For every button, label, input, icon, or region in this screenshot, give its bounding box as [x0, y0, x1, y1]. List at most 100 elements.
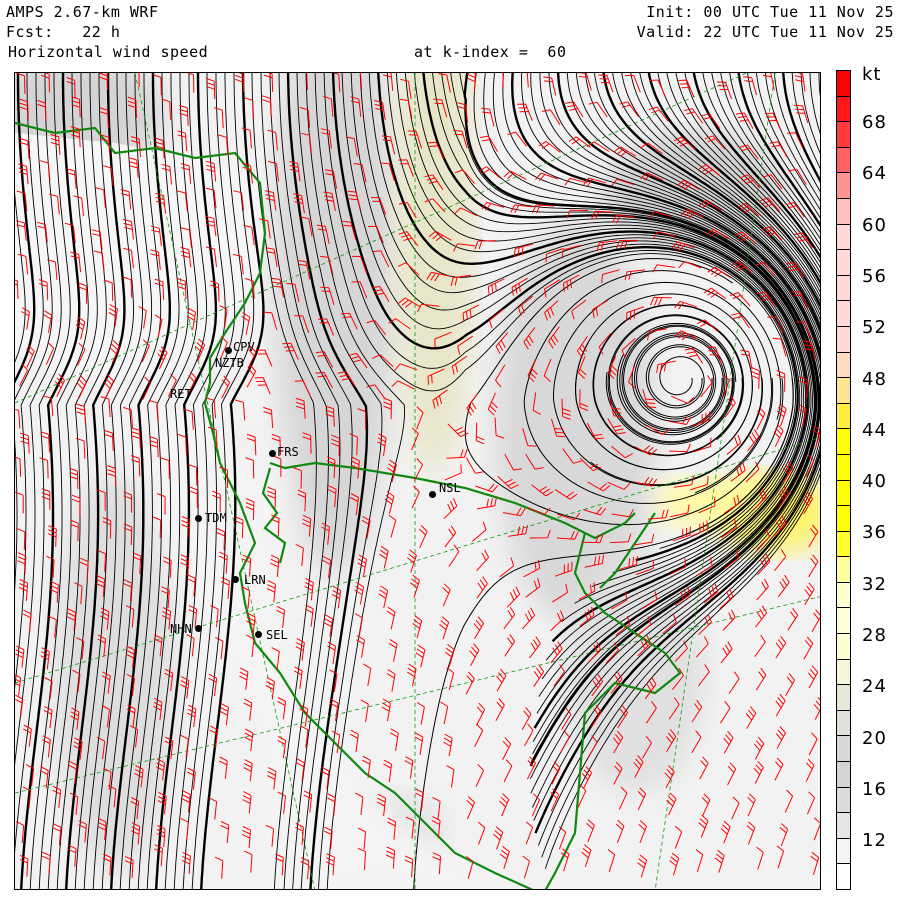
wind-barb	[810, 851, 820, 875]
wind-barb	[779, 823, 789, 847]
wind-barb	[363, 663, 372, 687]
wind-barb	[541, 109, 561, 126]
wind-barb	[466, 796, 475, 820]
wind-barb	[404, 756, 414, 779]
wind-barb	[502, 73, 504, 88]
colorbar-label: 40	[862, 471, 887, 493]
wind-barb	[219, 756, 228, 779]
wind-barb	[753, 760, 764, 784]
wind-barb	[180, 817, 189, 841]
wind-barb	[522, 607, 536, 630]
wind-barb	[794, 73, 806, 92]
wind-barb	[784, 789, 794, 813]
station-marker	[232, 576, 239, 583]
wind-barb	[588, 101, 608, 118]
station-label: NZTB	[215, 356, 244, 370]
colorbar-swatch	[837, 634, 850, 660]
colorbar-swatch	[837, 659, 850, 686]
field-name: Horizontal wind speed	[8, 43, 209, 61]
wind-barb	[524, 723, 534, 747]
colorbar-label: 48	[862, 368, 887, 390]
wind-barb	[244, 728, 254, 751]
colorbar-label: 44	[862, 419, 887, 441]
station-marker	[195, 515, 202, 522]
wind-barb	[577, 73, 592, 91]
wind-barb	[581, 765, 593, 789]
wind-barb	[487, 278, 505, 296]
wind-barb	[406, 549, 417, 573]
colorbar-swatch	[837, 531, 850, 558]
wind-barb	[388, 514, 397, 538]
wind-barb	[354, 613, 363, 636]
wind-barb	[701, 793, 711, 817]
wind-barb	[474, 723, 484, 747]
wind-barb	[261, 95, 272, 117]
colorbar-swatch	[837, 787, 850, 814]
colorbar-unit: kt	[862, 64, 882, 85]
colorbar-label: 60	[862, 214, 887, 236]
wind-barb	[241, 826, 251, 849]
station-marker	[195, 625, 202, 632]
land-area	[15, 133, 265, 383]
wind-barb	[75, 403, 87, 425]
wind-barb	[714, 849, 725, 873]
wind-barb	[442, 583, 451, 607]
colorbar-swatch	[837, 198, 850, 225]
wind-barb	[808, 554, 819, 578]
colorbar-swatch	[837, 429, 850, 455]
colorbar-label: 20	[862, 727, 887, 749]
wind-barb	[607, 849, 616, 872]
colorbar-swatch	[837, 557, 850, 583]
wind-barb	[439, 616, 450, 640]
wind-barb	[727, 762, 737, 786]
station-label: FRS	[277, 445, 299, 459]
wind-barb	[516, 103, 533, 121]
wind-barb	[71, 494, 81, 517]
wind-barb	[522, 855, 530, 879]
wind-barb	[469, 643, 480, 667]
wind-barb	[499, 793, 510, 817]
station-marker	[225, 347, 232, 354]
wind-barb	[746, 821, 756, 845]
colorbar-swatch	[837, 96, 850, 123]
wind-barb	[581, 844, 592, 868]
wind-barb	[503, 606, 516, 630]
valid-time: Valid: 22 UTC Tue 11 Nov 25	[636, 23, 894, 41]
wind-barb	[256, 349, 273, 367]
wind-barb	[773, 424, 784, 448]
wind-barb	[41, 488, 51, 510]
wind-barb	[674, 825, 683, 849]
station-label: RET	[170, 387, 192, 401]
wind-barb	[529, 636, 541, 659]
wind-barb	[475, 483, 499, 493]
wind-barb	[806, 791, 816, 815]
wind-barb	[360, 699, 369, 722]
wind-barb	[379, 545, 389, 569]
wind-barb	[533, 664, 545, 687]
colorbar-swatch	[837, 736, 850, 763]
wind-barb	[695, 849, 704, 873]
wind-barb	[476, 576, 488, 599]
wind-barb	[243, 850, 253, 873]
wind-barb	[678, 79, 695, 97]
station-label: CPV	[233, 340, 255, 354]
wind-barb	[48, 615, 57, 638]
wind-barb	[775, 693, 786, 717]
wind-barb	[698, 814, 709, 838]
wind-barb	[475, 422, 485, 445]
wind-barb	[538, 140, 561, 153]
wind-barb	[419, 525, 428, 549]
colorbar-label: 32	[862, 573, 887, 595]
wind-barb	[776, 845, 785, 869]
wind-barb	[756, 846, 764, 870]
wind-barb	[219, 702, 229, 726]
colorbar-swatch	[837, 275, 850, 302]
wind-barb	[218, 134, 229, 156]
wind-barb	[17, 552, 27, 575]
wind-barb	[803, 636, 814, 660]
wind-barb	[747, 793, 756, 817]
colorbar-swatch	[837, 480, 850, 507]
model-title: AMPS 2.67-km WRF	[6, 3, 159, 21]
wind-barb	[411, 485, 420, 509]
wind-barb	[41, 851, 51, 874]
